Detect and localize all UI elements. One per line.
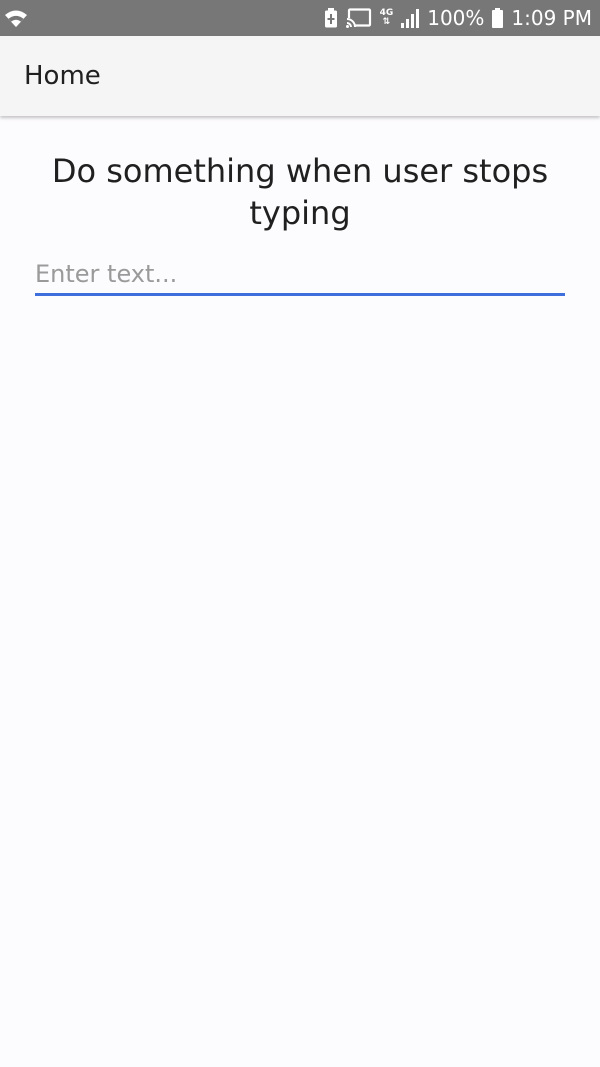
page-title: Home — [24, 61, 101, 91]
network-icon: 4G ⇅ — [380, 9, 394, 27]
text-input[interactable] — [35, 254, 565, 294]
status-bar: 4G ⇅ 100% 1:09 PM — [0, 0, 600, 36]
clock: 1:09 PM — [511, 6, 592, 30]
wifi-icon — [4, 6, 28, 30]
cast-icon — [345, 8, 372, 28]
input-underline — [35, 293, 565, 296]
battery-icon — [492, 8, 504, 28]
signal-icon — [401, 8, 420, 28]
network-arrows: ⇅ — [382, 17, 391, 27]
battery-percent: 100% — [427, 6, 485, 30]
app-bar: Home — [0, 36, 600, 116]
battery-saver-icon — [324, 8, 338, 28]
page-heading: Do something when user stops typing — [51, 152, 549, 232]
text-input-field[interactable] — [35, 254, 565, 296]
status-icons: 4G ⇅ 100% 1:09 PM — [324, 0, 592, 36]
